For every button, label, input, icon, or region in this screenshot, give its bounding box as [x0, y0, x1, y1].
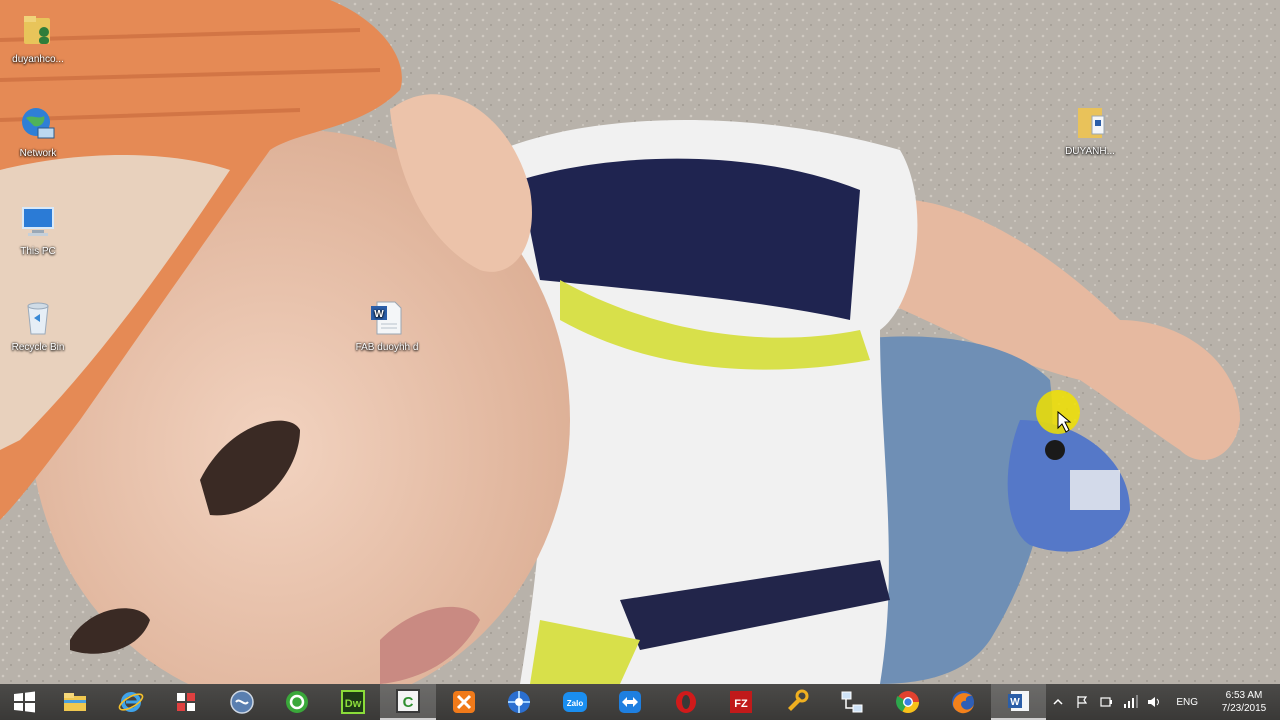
taskbar-network-app[interactable] [824, 684, 879, 720]
taskbar-internet-explorer[interactable] [103, 684, 158, 720]
system-tray: ENG 6:53 AM 7/23/2015 [1046, 684, 1280, 720]
taskbar-zalo[interactable]: Zalo [547, 684, 602, 720]
folder-icon [1078, 108, 1105, 138]
teamviewer-icon [619, 691, 642, 713]
taskbar-dreamweaver[interactable]: Dw [325, 684, 380, 720]
desktop-icon-recycle-bin[interactable]: Recycle Bin [0, 298, 76, 354]
clock-date: 7/23/2015 [1221, 703, 1267, 714]
dreamweaver-icon: Dw [340, 690, 365, 714]
desktop-icon-folder-right[interactable]: DUYANH... [1052, 102, 1128, 158]
tools-icon [787, 689, 809, 711]
desktop-icon-this-pc[interactable]: This PC [0, 202, 76, 258]
taskbar-word[interactable]: W [990, 684, 1047, 720]
opera-icon [675, 691, 696, 713]
network-icon [22, 108, 55, 139]
media-icon [508, 691, 531, 713]
power-icon[interactable] [1097, 693, 1115, 711]
svg-text:Zalo: Zalo [566, 699, 583, 708]
desktop-icon-label: This PC [20, 246, 56, 257]
desktop-icon-user-folder[interactable]: duyanhco... [0, 10, 76, 66]
taskbar-file-explorer[interactable] [48, 684, 103, 720]
file-explorer-icon [64, 693, 87, 711]
user-folder-icon [24, 16, 50, 44]
taskbar-camtasia[interactable]: C [380, 684, 436, 720]
word-icon: W [1007, 691, 1029, 711]
word-document-icon: W [371, 301, 402, 335]
taskbar-teamviewer[interactable] [602, 684, 657, 720]
windows-logo-icon [13, 691, 35, 713]
chrome-icon [895, 691, 919, 713]
this-pc-icon [22, 207, 54, 236]
volume-icon[interactable] [1145, 693, 1163, 711]
desktop-icon-label: duyanhco... [12, 54, 64, 65]
desktop-icon-label: FAB duoyhh d [355, 342, 419, 353]
taskbar-tools-app[interactable] [769, 684, 824, 720]
desktop-icon-word-document[interactable]: W FAB duoyhh d [349, 298, 425, 354]
taskbar-firefox[interactable] [935, 684, 990, 720]
svg-text:C: C [403, 694, 414, 711]
recorder-icon [286, 691, 309, 713]
desktop-icon-label: Recycle Bin [11, 342, 65, 353]
desktop-icon-network[interactable]: Network [0, 104, 76, 160]
taskbar-apps-grid[interactable] [159, 684, 214, 720]
taskbar-camtasia-recorder[interactable] [270, 684, 325, 720]
chevron-up-icon[interactable] [1049, 693, 1067, 711]
language-indicator[interactable]: ENG [1176, 697, 1198, 708]
clock-time: 6:53 AM [1225, 690, 1263, 701]
camtasia-icon: C [396, 689, 421, 713]
taskbar-chrome[interactable] [880, 684, 935, 720]
firefox-icon [952, 691, 975, 714]
zalo-icon: Zalo [562, 692, 587, 712]
internet-explorer-icon [118, 692, 144, 712]
taskbar-app-blue-circle[interactable] [214, 684, 269, 720]
filezilla-icon: FZ [730, 691, 753, 713]
svg-text:FZ: FZ [734, 698, 748, 710]
desktop[interactable]: duyanhco... Network This PC Recycle Bin … [0, 0, 1280, 684]
desktop-icon-label: DUYANH... [1065, 146, 1115, 157]
recycle-bin-icon [27, 302, 49, 335]
desktop-icon-label: Network [19, 148, 57, 159]
clock[interactable]: 6:53 AM 7/23/2015 [1216, 689, 1272, 715]
svg-text:W: W [374, 309, 384, 320]
svg-text:W: W [1010, 697, 1020, 708]
taskbar-opera[interactable] [658, 684, 713, 720]
globe-app-icon [230, 690, 254, 714]
apps-grid-icon [177, 693, 196, 711]
network-app-icon [841, 691, 863, 713]
taskbar-xampp[interactable] [436, 684, 491, 720]
taskbar-filezilla[interactable]: FZ [713, 684, 768, 720]
svg-text:Dw: Dw [344, 698, 361, 710]
xampp-icon [452, 691, 475, 713]
wifi-signal-icon[interactable] [1121, 693, 1139, 711]
taskbar: Dw C Zalo FZ W ENG 6:53 AM 7/23/2015 [0, 684, 1280, 720]
taskbar-media-app[interactable] [491, 684, 546, 720]
start-button[interactable] [0, 684, 48, 720]
flag-icon[interactable] [1073, 693, 1091, 711]
